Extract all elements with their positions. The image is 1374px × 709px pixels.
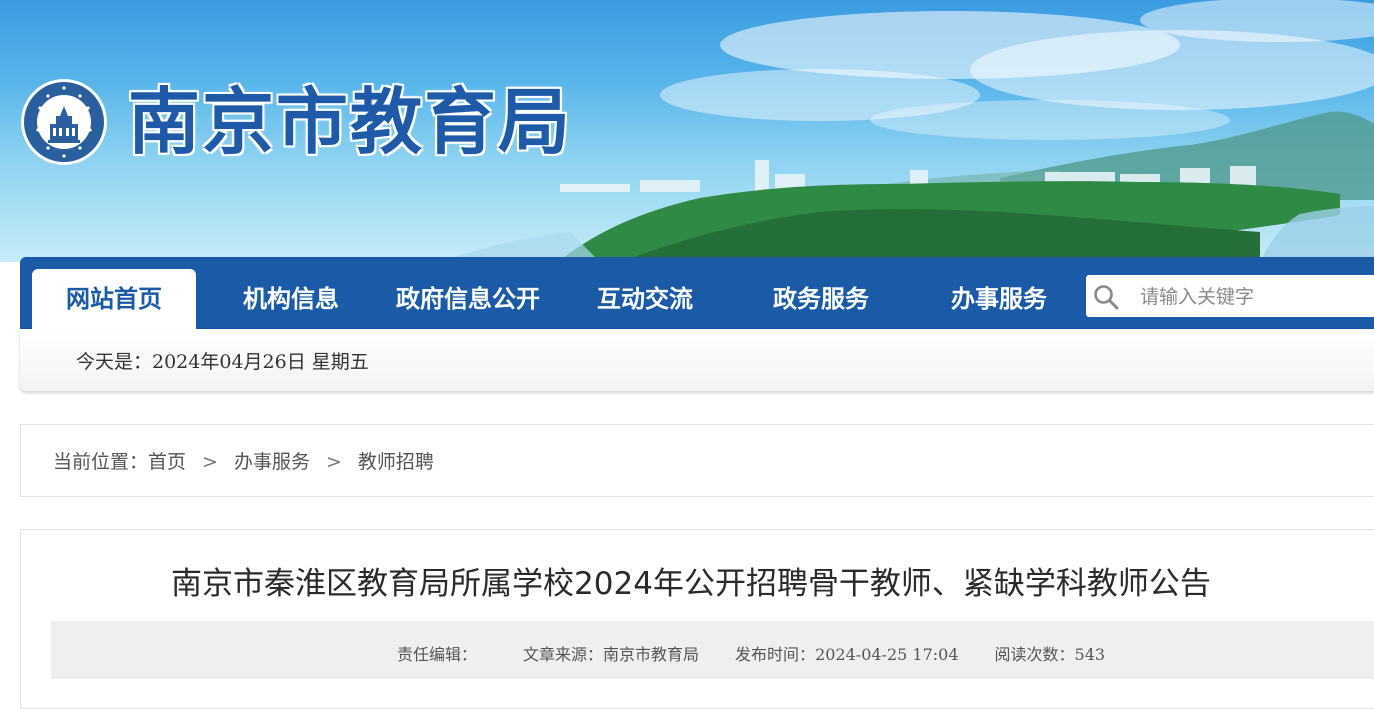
nav-item-home[interactable]: 网站首页 [32,269,196,329]
article-meta: 责任编辑： 文章来源：南京市教育局 发布时间：2024-04-25 17:04 阅读次… [397,641,1105,665]
article-container: 南京市秦淮区教育局所属学校2024年公开招聘骨干教师、紧缺学科教师公告 责任编辑… [20,529,1374,709]
breadcrumb-home-link[interactable]: 首页 [148,451,186,473]
breadcrumb-separator: > [202,451,218,473]
meta-time-value: 2024-04-25 17:04 [815,645,959,664]
nanjing-education-emblem-icon [21,79,107,165]
breadcrumb-prefix: 当前位置： [53,451,149,473]
date-bar: 今天是：2024年04月26日 星期五 [20,329,1374,391]
nav-item-organization[interactable]: 机构信息 [216,269,366,329]
nav-item-gov-service[interactable]: 政务服务 [746,269,896,329]
meta-source-value: 南京市教育局 [603,645,700,664]
meta-editor-label: 责任编辑： [397,645,478,664]
breadcrumb: 当前位置：首页 > 办事服务 > 教师招聘 [53,447,434,474]
breadcrumb-container: 当前位置：首页 > 办事服务 > 教师招聘 [20,424,1374,497]
breadcrumb-separator: > [325,451,342,473]
search-input[interactable] [1138,275,1372,319]
breadcrumb-teacher-recruitment-link[interactable]: 教师招聘 [358,451,434,473]
article-meta-bar: 责任编辑： 文章来源：南京市教育局 发布时间：2024-04-25 17:04 阅读次… [51,621,1374,679]
nav-item-gov-info[interactable]: 政府信息公开 [376,269,560,329]
search-icon[interactable] [1092,283,1120,311]
meta-views-value: 543 [1074,645,1106,664]
meta-views-label: 阅读次数： [994,645,1075,664]
breadcrumb-office-service-link[interactable]: 办事服务 [234,451,310,473]
current-date: 今天是：2024年04月26日 星期五 [76,351,369,373]
search-box [1086,275,1374,319]
nav-item-office-service[interactable]: 办事服务 [924,269,1074,329]
site-banner: 南京市教育局 [0,0,1374,262]
article-title: 南京市秦淮区教育局所属学校2024年公开招聘骨干教师、紧缺学科教师公告 [171,566,1211,602]
site-title: 南京市教育局 [128,79,573,164]
meta-time-label: 发布时间： [735,645,816,664]
meta-source-label: 文章来源： [523,645,604,664]
main-nav: 网站首页 机构信息 政府信息公开 互动交流 政务服务 办事服务 [20,257,1374,329]
nav-item-interaction[interactable]: 互动交流 [570,269,720,329]
